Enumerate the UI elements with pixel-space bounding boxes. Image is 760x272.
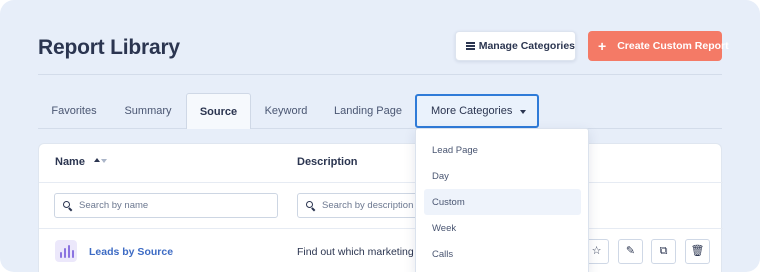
dropdown-item-calls[interactable]: Calls: [424, 241, 581, 267]
search-row-divider: [39, 228, 723, 229]
reports-table: Name Description Search by name Search b…: [38, 143, 723, 272]
copy-icon: ⧉: [659, 245, 668, 257]
name-search-input[interactable]: Search by name: [54, 193, 278, 218]
header-divider: [38, 74, 722, 75]
plus-icon: +: [598, 38, 607, 54]
more-categories-label: More Categories: [431, 105, 513, 117]
list-icon: [466, 42, 475, 50]
name-search-placeholder: Search by name: [79, 200, 149, 211]
edit-button[interactable]: ✎: [618, 239, 643, 264]
manage-categories-button[interactable]: Manage Categories: [455, 31, 576, 61]
category-tabs: Favorites Summary Source Keyword Landing…: [38, 93, 722, 129]
tab-landing-page[interactable]: Landing Page: [321, 93, 415, 128]
report-name-link[interactable]: Leads by Source: [89, 246, 173, 258]
tab-keyword[interactable]: Keyword: [251, 93, 321, 128]
copy-button[interactable]: ⧉: [651, 239, 676, 264]
search-icon: [63, 200, 73, 212]
dropdown-item-week[interactable]: Week: [424, 215, 581, 241]
description-search-input[interactable]: Search by description: [297, 193, 421, 218]
tab-summary[interactable]: Summary: [110, 93, 186, 128]
create-custom-report-button[interactable]: + Create Custom Report: [588, 31, 729, 61]
tab-favorites[interactable]: Favorites: [38, 93, 110, 128]
column-header-description: Description: [297, 156, 358, 168]
manage-categories-label: Manage Categories: [478, 40, 575, 52]
sort-icon[interactable]: [94, 158, 108, 166]
page-title: Report Library: [38, 36, 180, 59]
tab-source[interactable]: Source: [186, 93, 251, 129]
trash-icon: 🗑: [690, 245, 705, 257]
report-library-window: Report Library Manage Categories + Creat…: [0, 0, 760, 272]
dropdown-item-lead-page[interactable]: Lead Page: [424, 137, 581, 163]
caret-down-icon: [520, 110, 527, 114]
tabs-baseline: [38, 128, 722, 129]
description-search-placeholder: Search by description: [322, 200, 414, 211]
create-custom-report-label: Create Custom Report: [617, 40, 729, 52]
header-row-divider: [39, 182, 723, 183]
more-categories-dropdown: Lead Page Day Custom Week Calls: [415, 128, 589, 272]
dropdown-item-custom[interactable]: Custom: [424, 189, 581, 215]
search-icon: [306, 200, 316, 212]
tab-more-categories[interactable]: More Categories: [415, 94, 539, 128]
sort-ascending-icon: [94, 158, 100, 162]
column-header-name: Name: [55, 156, 85, 168]
bar-chart-icon: [55, 240, 77, 262]
sort-descending-icon: [101, 159, 107, 163]
dropdown-item-day[interactable]: Day: [424, 163, 581, 189]
star-icon: ☆: [591, 245, 602, 257]
report-description: Find out which marketing c: [297, 246, 417, 258]
delete-button[interactable]: 🗑: [685, 239, 710, 264]
pencil-icon: ✎: [625, 245, 636, 257]
